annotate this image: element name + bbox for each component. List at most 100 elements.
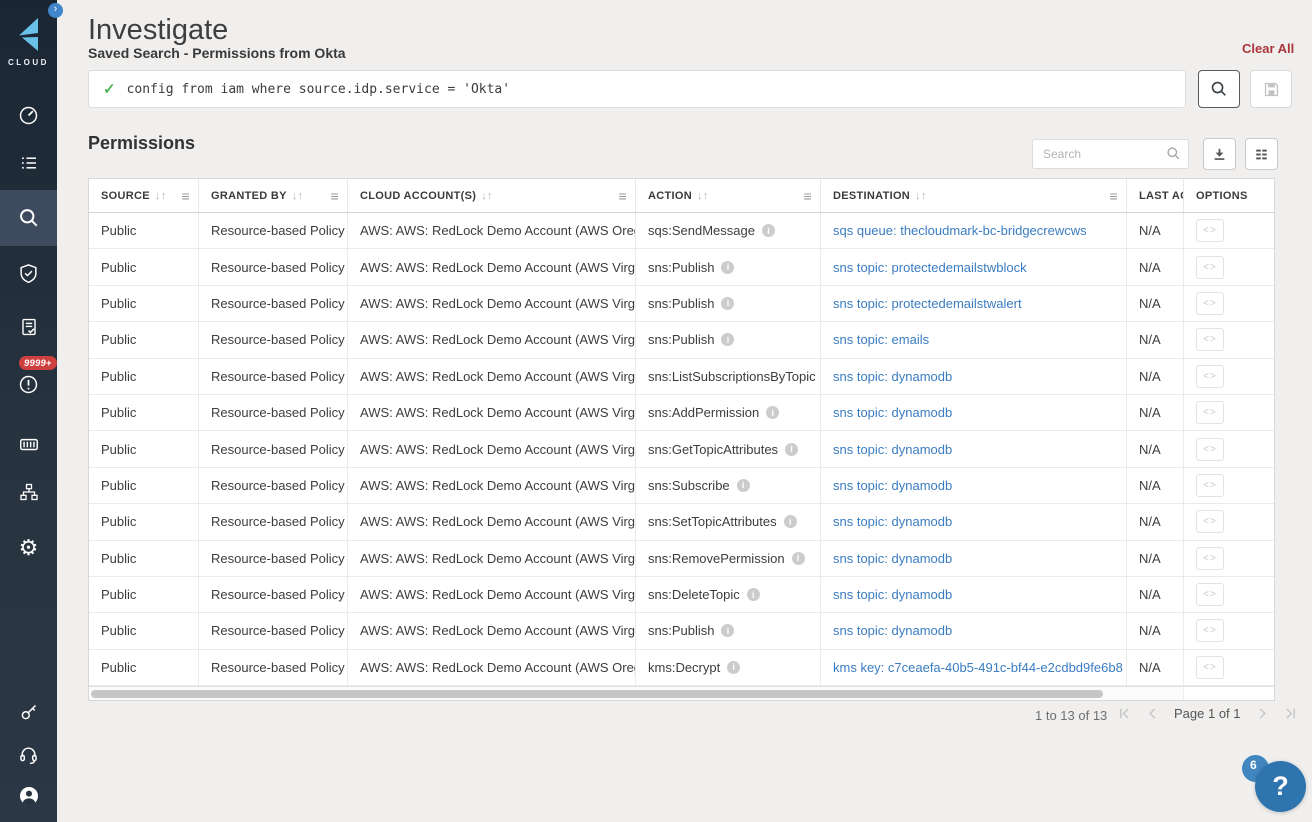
info-icon[interactable]: i (737, 479, 750, 492)
save-floppy-icon (1263, 81, 1280, 98)
table-row: Public Resource-based Policy AWS: AWS: R… (89, 431, 1274, 467)
row-options-button[interactable]: <> (1196, 438, 1224, 461)
destination-link[interactable]: sns topic: dynamodb (833, 405, 952, 420)
sidebar-item-settings[interactable]: ⚙ (0, 526, 57, 570)
sidebar-item-asset-inventory[interactable] (0, 470, 57, 514)
run-search-button[interactable] (1198, 70, 1240, 108)
destination-link[interactable]: sns topic: emails (833, 332, 929, 347)
app-logo[interactable]: CLOUD (0, 18, 57, 67)
column-menu-icon[interactable]: ≡ (331, 188, 339, 204)
sidebar-item-reports[interactable] (0, 305, 57, 349)
column-header-last-access[interactable]: LAST ACC (1127, 179, 1184, 212)
column-header-action[interactable]: ACTION↓↑≡ (636, 179, 821, 212)
cell-cloud-account: AWS: AWS: RedLock Demo Account (AWS Virg… (348, 359, 636, 394)
cell-granted-by: Resource-based Policy (199, 504, 348, 539)
column-header-destination[interactable]: DESTINATION↓↑≡ (821, 179, 1127, 212)
info-icon[interactable]: i (785, 443, 798, 456)
info-icon[interactable]: i (766, 406, 779, 419)
column-menu-icon[interactable]: ≡ (1110, 188, 1118, 204)
row-options-button[interactable]: <> (1196, 656, 1224, 679)
previous-page-icon[interactable] (1146, 707, 1159, 720)
cell-last-access: N/A (1127, 431, 1184, 466)
info-icon[interactable]: i (721, 624, 734, 637)
info-icon[interactable]: i (721, 333, 734, 346)
download-csv-button[interactable] (1203, 138, 1236, 170)
cell-cloud-account: AWS: AWS: RedLock Demo Account (AWS Virg… (348, 431, 636, 466)
info-icon[interactable]: i (762, 224, 775, 237)
destination-link[interactable]: sns topic: protectedemailstwblock (833, 260, 1027, 275)
sidebar-item-compute[interactable] (0, 422, 57, 466)
last-page-icon[interactable] (1284, 707, 1297, 720)
rql-query-input[interactable]: ✓ config from iam where source.idp.servi… (88, 70, 1186, 108)
cell-action: sns:Subscribe (648, 478, 730, 493)
row-options-button[interactable]: <> (1196, 292, 1224, 315)
column-menu-icon[interactable]: ≡ (182, 188, 190, 204)
next-page-icon[interactable] (1256, 707, 1269, 720)
destination-link[interactable]: sns topic: dynamodb (833, 587, 952, 602)
cell-cloud-account: AWS: AWS: RedLock Demo Account (AWS Virg… (348, 504, 636, 539)
destination-link[interactable]: sns topic: dynamodb (833, 369, 952, 384)
query-text: config from iam where source.idp.service… (127, 82, 511, 97)
cell-granted-by: Resource-based Policy (199, 541, 348, 576)
help-button[interactable]: ? (1255, 761, 1306, 812)
save-search-button[interactable] (1250, 70, 1292, 108)
info-icon[interactable]: i (747, 588, 760, 601)
cell-source: Public (89, 359, 199, 394)
row-options-button[interactable]: <> (1196, 401, 1224, 424)
sort-icon[interactable]: ↓↑ (155, 190, 167, 202)
row-options-button[interactable]: <> (1196, 365, 1224, 388)
info-icon[interactable]: i (721, 261, 734, 274)
destination-link[interactable]: sns topic: dynamodb (833, 623, 952, 638)
cell-last-access: N/A (1127, 613, 1184, 648)
row-options-button[interactable]: <> (1196, 510, 1224, 533)
table-row: Public Resource-based Policy AWS: AWS: R… (89, 577, 1274, 613)
info-icon[interactable]: i (792, 552, 805, 565)
column-menu-icon[interactable]: ≡ (804, 188, 812, 204)
clear-all-link[interactable]: Clear All (1242, 41, 1294, 56)
scrollbar-thumb[interactable] (91, 690, 1103, 698)
column-chooser-button[interactable] (1245, 138, 1278, 170)
info-icon[interactable]: i (721, 297, 734, 310)
sidebar-item-investigate[interactable] (0, 190, 57, 246)
column-header-source[interactable]: SOURCE↓↑≡ (89, 179, 199, 212)
sort-icon[interactable]: ↓↑ (915, 190, 927, 202)
sidebar-item-profile[interactable] (0, 774, 57, 818)
column-header-granted-by[interactable]: GRANTED BY↓↑≡ (199, 179, 348, 212)
sidebar-item-dashboard[interactable] (0, 93, 57, 137)
destination-link[interactable]: sns topic: dynamodb (833, 551, 952, 566)
sidebar-item-support[interactable] (0, 732, 57, 776)
row-options-button[interactable]: <> (1196, 474, 1224, 497)
sort-icon[interactable]: ↓↑ (697, 190, 709, 202)
destination-link[interactable]: sns topic: dynamodb (833, 478, 952, 493)
sidebar-item-access-keys[interactable] (0, 690, 57, 734)
row-options-button[interactable]: <> (1196, 219, 1224, 242)
column-menu-icon[interactable]: ≡ (619, 188, 627, 204)
row-options-button[interactable]: <> (1196, 256, 1224, 279)
cell-last-access: N/A (1127, 359, 1184, 394)
destination-link[interactable]: sns topic: dynamodb (833, 514, 952, 529)
destination-link[interactable]: sqs queue: thecloudmark-bc-bridgecrewcws (833, 223, 1087, 238)
sidebar-expand-button[interactable]: › (48, 3, 63, 18)
first-page-icon[interactable] (1118, 707, 1131, 720)
row-options-button[interactable]: <> (1196, 583, 1224, 606)
scrollbar-track[interactable] (89, 687, 1184, 700)
sort-icon[interactable]: ↓↑ (481, 190, 493, 202)
sort-icon[interactable]: ↓↑ (292, 190, 304, 202)
sidebar-item-compliance[interactable] (0, 251, 57, 295)
row-options-button[interactable]: <> (1196, 547, 1224, 570)
destination-link[interactable]: sns topic: dynamodb (833, 442, 952, 457)
cell-cloud-account: AWS: AWS: RedLock Demo Account (AWS Virg… (348, 468, 636, 503)
sidebar-item-alerts[interactable] (0, 364, 57, 404)
row-options-button[interactable]: <> (1196, 328, 1224, 351)
destination-link[interactable]: kms key: c7ceaefa-40b5-491c-bf44-e2cdbd9… (833, 660, 1123, 675)
column-header-cloud-account[interactable]: CLOUD ACCOUNT(S)↓↑≡ (348, 179, 636, 212)
download-icon (1212, 147, 1227, 162)
cell-source: Public (89, 504, 199, 539)
row-options-button[interactable]: <> (1196, 619, 1224, 642)
info-icon[interactable]: i (784, 515, 797, 528)
cell-source: Public (89, 431, 199, 466)
sidebar-item-policies[interactable] (0, 141, 57, 185)
results-title: Permissions (88, 133, 195, 154)
destination-link[interactable]: sns topic: protectedemailstwalert (833, 296, 1022, 311)
info-icon[interactable]: i (727, 661, 740, 674)
